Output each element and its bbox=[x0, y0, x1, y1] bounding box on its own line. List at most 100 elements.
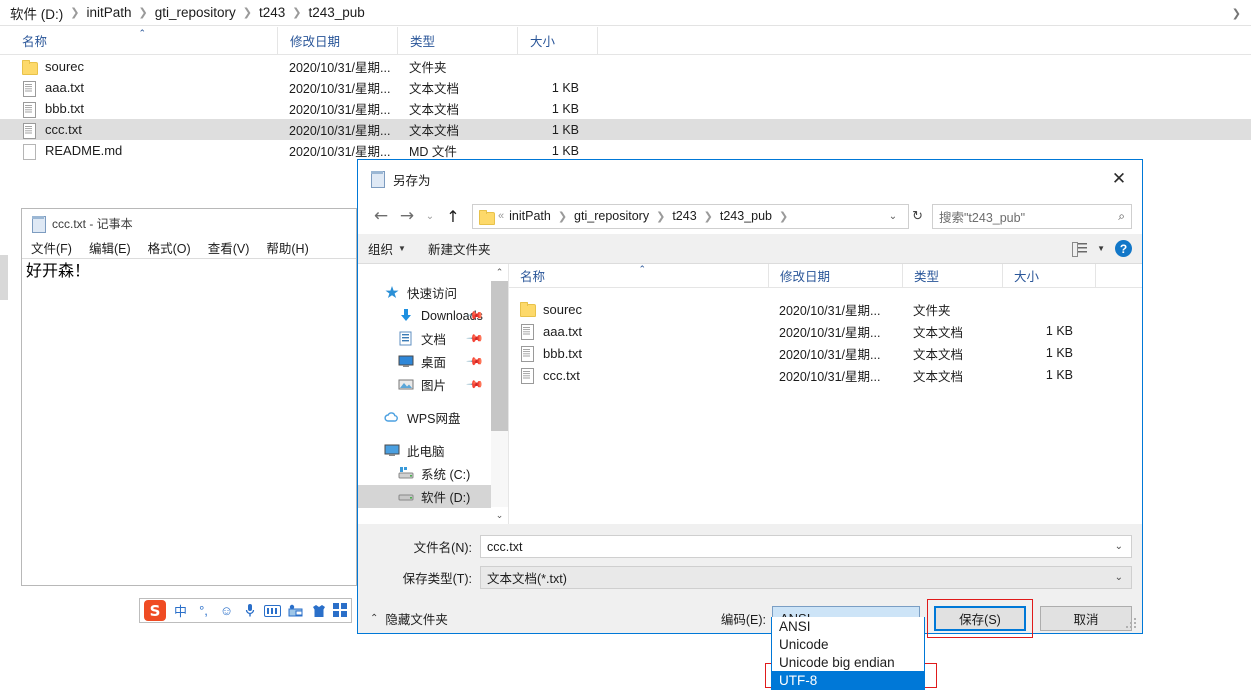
address-crumb-2[interactable]: t243 bbox=[671, 209, 697, 223]
explorer-breadcrumb-bar[interactable]: 软件 (D:) ❯ initPath ❯ gti_repository ❯ t2… bbox=[0, 0, 1251, 26]
sogou-logo-icon[interactable]: S bbox=[144, 600, 166, 621]
emoji-icon[interactable]: ☺ bbox=[218, 602, 235, 619]
organize-button[interactable]: 组织 ▼ bbox=[368, 239, 406, 258]
table-row[interactable]: sourec 2020/10/31/星期... 文件夹 bbox=[509, 298, 1142, 320]
search-icon[interactable]: ⌕ bbox=[1118, 209, 1125, 224]
address-overflow[interactable]: « bbox=[496, 210, 508, 222]
chevron-down-icon[interactable]: ⌄ bbox=[1115, 541, 1127, 552]
table-row[interactable]: bbb.txt 2020/10/31/星期... 文本文档 1 KB bbox=[509, 342, 1142, 364]
search-input[interactable]: 搜索"t243_pub" ⌕ bbox=[932, 203, 1132, 229]
cancel-button[interactable]: 取消 bbox=[1040, 606, 1132, 631]
column-header-size[interactable]: 大小 bbox=[1002, 263, 1095, 288]
sidebar-item-pictures[interactable]: 图片 📌 bbox=[358, 373, 491, 396]
screen: 软件 (D:) ❯ initPath ❯ gti_repository ❯ t2… bbox=[0, 0, 1251, 697]
shirt-icon[interactable] bbox=[310, 602, 327, 619]
sidebar-item-desktop[interactable]: 桌面 📌 bbox=[358, 350, 491, 373]
address-crumb-0[interactable]: initPath bbox=[508, 209, 552, 223]
column-header-date[interactable]: 修改日期 bbox=[277, 26, 397, 55]
address-bar[interactable]: « initPath ❯ gti_repository ❯ t243 ❯ t24… bbox=[472, 203, 910, 229]
column-header-name[interactable]: ⌃ 名称 bbox=[0, 27, 277, 55]
window-edge-strip bbox=[0, 255, 8, 300]
file-size: 1 KB bbox=[551, 122, 579, 137]
sidebar-item-label: 此电脑 bbox=[407, 445, 445, 459]
column-header-type[interactable]: 类型 bbox=[397, 26, 517, 55]
hide-folders-label: 隐藏文件夹 bbox=[385, 613, 448, 627]
system-drive-icon bbox=[398, 466, 414, 481]
sidebar-item-this-pc[interactable]: 此电脑 bbox=[358, 439, 491, 462]
keyboard-icon[interactable] bbox=[264, 604, 281, 617]
save-button[interactable]: 保存(S) bbox=[934, 606, 1026, 631]
column-header-type[interactable]: 类型 bbox=[902, 263, 1002, 288]
sidebar-item-downloads[interactable]: Downloads 📌 bbox=[358, 304, 491, 327]
breadcrumb-item-0[interactable]: 软件 (D:) bbox=[9, 3, 64, 23]
file-type: 文本文档 bbox=[913, 369, 964, 384]
address-crumb-1[interactable]: gti_repository bbox=[573, 209, 650, 223]
pin-icon[interactable]: 📌 bbox=[466, 352, 485, 371]
mic-icon[interactable] bbox=[241, 602, 258, 619]
chevron-down-icon[interactable]: ▼ bbox=[1097, 244, 1105, 253]
sidebar-item-system-c[interactable]: 系统 (C:) bbox=[358, 462, 491, 485]
address-crumb-3[interactable]: t243_pub bbox=[719, 209, 773, 223]
view-list-icon[interactable] bbox=[1072, 242, 1088, 257]
help-icon[interactable]: ? bbox=[1115, 240, 1132, 257]
sidebar-item-documents[interactable]: 文档 📌 bbox=[358, 327, 491, 350]
chevron-down-icon[interactable]: ⌄ bbox=[882, 211, 904, 222]
breadcrumb-item-1[interactable]: initPath bbox=[85, 5, 132, 20]
table-row-selected[interactable]: ccc.txt 2020/10/31/星期... 文本文档 1 KB bbox=[0, 119, 1251, 140]
table-row[interactable]: aaa.txt 2020/10/31/星期... 文本文档 1 KB bbox=[0, 77, 1251, 98]
table-row[interactable]: aaa.txt 2020/10/31/星期... 文本文档 1 KB bbox=[509, 320, 1142, 342]
sidebar-item-wps-cloud[interactable]: WPS网盘 bbox=[358, 406, 491, 429]
back-icon[interactable]: ← bbox=[368, 203, 394, 229]
breadcrumb-item-4[interactable]: t243_pub bbox=[307, 5, 365, 20]
menu-item-edit[interactable]: 编辑(E) bbox=[89, 238, 131, 257]
resize-grip[interactable] bbox=[1126, 618, 1137, 629]
sidebar-item-quick-access[interactable]: 快速访问 bbox=[358, 281, 491, 304]
encoding-option-unicode-big-endian[interactable]: Unicode big endian bbox=[772, 653, 924, 671]
folder-icon bbox=[22, 59, 38, 75]
encoding-option-unicode[interactable]: Unicode bbox=[772, 635, 924, 653]
sidebar-scrollbar[interactable]: ⌃ ⌄ bbox=[491, 264, 508, 524]
encoding-option-utf8[interactable]: UTF-8 bbox=[772, 671, 924, 689]
toolbox-icon[interactable] bbox=[287, 602, 304, 619]
table-row[interactable]: sourec 2020/10/31/星期... 文件夹 bbox=[0, 56, 1251, 77]
recent-locations-icon[interactable]: ⌄ bbox=[420, 203, 440, 229]
scroll-down-icon[interactable]: ⌄ bbox=[491, 507, 508, 524]
encoding-dropdown-list[interactable]: ANSI Unicode Unicode big endian UTF-8 bbox=[771, 617, 925, 690]
refresh-icon[interactable]: ↻ bbox=[909, 208, 926, 224]
apps-icon[interactable] bbox=[333, 603, 348, 618]
pin-icon[interactable]: 📌 bbox=[466, 375, 485, 394]
column-header-name[interactable]: ⌃ 名称 bbox=[509, 264, 768, 288]
chevron-up-icon: ⌃ bbox=[370, 613, 379, 624]
ime-punctuation-icon[interactable]: °, bbox=[195, 602, 212, 619]
scroll-up-icon[interactable]: ⌃ bbox=[491, 264, 508, 281]
close-icon[interactable]: ✕ bbox=[1096, 160, 1142, 198]
text-file-icon bbox=[520, 345, 534, 362]
breadcrumb-item-2[interactable]: gti_repository bbox=[154, 5, 237, 20]
column-header-date[interactable]: 修改日期 bbox=[768, 263, 902, 288]
column-header-size[interactable]: 大小 bbox=[517, 26, 597, 55]
new-folder-button[interactable]: 新建文件夹 bbox=[428, 239, 491, 258]
notepad-text-area[interactable]: 好开森！ bbox=[22, 259, 356, 283]
menu-item-file[interactable]: 文件(F) bbox=[31, 238, 72, 257]
chevron-down-icon[interactable]: ⌄ bbox=[1115, 572, 1127, 583]
new-folder-label: 新建文件夹 bbox=[427, 243, 491, 257]
breadcrumb-item-3[interactable]: t243 bbox=[258, 5, 286, 20]
filetype-select[interactable]: 文本文档(*.txt) ⌄ bbox=[480, 566, 1132, 589]
sidebar-item-software-d[interactable]: 软件 (D:) bbox=[358, 485, 491, 508]
menu-item-view[interactable]: 查看(V) bbox=[208, 238, 250, 257]
table-row[interactable]: README.md 2020/10/31/星期... MD 文件 1 KB bbox=[0, 140, 1251, 161]
menu-item-help[interactable]: 帮助(H) bbox=[266, 238, 308, 257]
table-row[interactable]: ccc.txt 2020/10/31/星期... 文本文档 1 KB bbox=[509, 364, 1142, 386]
table-row[interactable]: bbb.txt 2020/10/31/星期... 文本文档 1 KB bbox=[0, 98, 1251, 119]
file-date: 2020/10/31/星期... bbox=[289, 103, 391, 117]
forward-icon[interactable]: → bbox=[394, 203, 420, 229]
filename-input[interactable]: ccc.txt ⌄ bbox=[480, 535, 1132, 558]
pin-icon[interactable]: 📌 bbox=[466, 329, 485, 348]
scrollbar-thumb[interactable] bbox=[491, 281, 508, 431]
ime-mode-chinese[interactable]: 中 bbox=[172, 602, 189, 619]
chevron-down-icon[interactable]: ❯ bbox=[1232, 0, 1241, 26]
encoding-option-ansi[interactable]: ANSI bbox=[772, 617, 924, 635]
hide-folders-toggle[interactable]: ⌃ 隐藏文件夹 bbox=[370, 609, 448, 628]
menu-item-format[interactable]: 格式(O) bbox=[148, 238, 191, 257]
up-icon[interactable]: ↑ bbox=[440, 203, 466, 229]
